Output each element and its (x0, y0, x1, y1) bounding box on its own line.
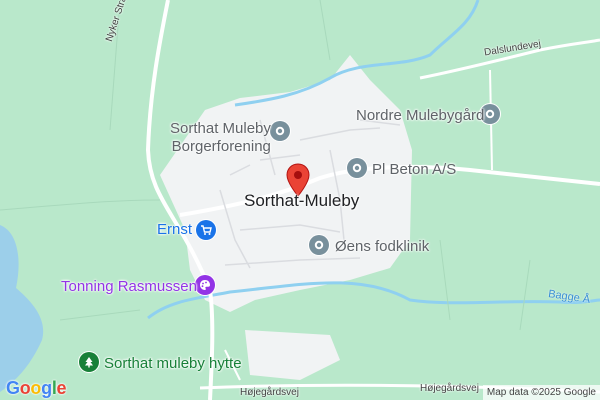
place-pin-oens-fodklinik[interactable] (309, 235, 329, 255)
place-pin-icon (275, 126, 285, 136)
map-canvas[interactable]: Nyker Strandvej Dalslundevej Højegårdsve… (0, 0, 600, 400)
place-pin-borgerforening[interactable] (270, 121, 290, 141)
place-label-borgerforening[interactable]: Sorthat Muleby Borgerforening (170, 120, 271, 156)
place-pin-sorthat-muleby-hytte[interactable] (79, 352, 99, 372)
place-pin-pl-beton[interactable] (347, 158, 367, 178)
shopping-cart-icon (201, 225, 212, 235)
map-attribution[interactable]: Map data ©2025 Google (482, 385, 600, 400)
place-label-ernst[interactable]: Ernst (157, 222, 192, 237)
google-logo[interactable]: Google (6, 378, 67, 399)
logo-letter: e (56, 378, 67, 398)
place-label-sorthat-muleby-hytte[interactable]: Sorthat muleby hytte (104, 356, 242, 371)
paint-palette-icon (200, 280, 210, 290)
place-pin-icon (485, 109, 495, 119)
logo-letter: g (41, 378, 52, 398)
place-label-tonning-rasmussen[interactable]: Tonning Rasmussen (61, 279, 197, 294)
logo-letter: G (6, 378, 20, 398)
place-label-nordre-mulebygard[interactable]: Nordre Mulebygård (356, 108, 484, 123)
place-pin-ernst[interactable] (196, 220, 216, 240)
logo-letter: o (19, 378, 31, 398)
place-pin-tonning-rasmussen[interactable] (195, 275, 215, 295)
road-label-hojegardsvej-right: Højegårdsvej (420, 383, 479, 394)
tree-icon (85, 357, 93, 368)
place-label-pl-beton[interactable]: Pl Beton A/S (372, 162, 456, 177)
place-pin-icon (352, 163, 362, 173)
place-pin-icon (314, 240, 324, 250)
road-label-hojegardsvej-left: Højegårdsvej (240, 387, 299, 398)
place-label-oens-fodklinik[interactable]: Øens fodklinik (335, 239, 429, 254)
town-label-sorthat-muleby: Sorthat-Muleby (244, 191, 360, 210)
logo-letter: o (30, 378, 42, 398)
